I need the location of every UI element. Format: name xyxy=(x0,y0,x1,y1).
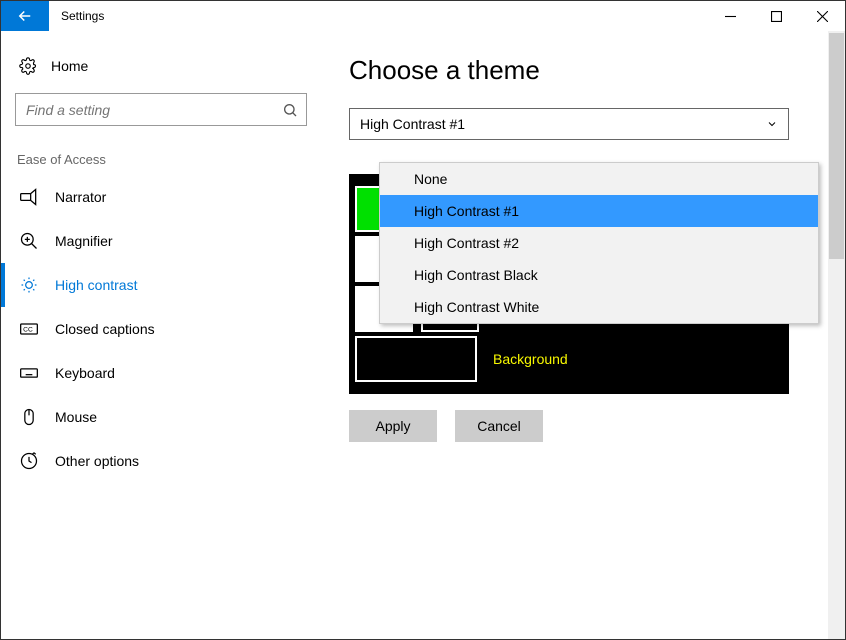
sidebar-item-label: Narrator xyxy=(55,189,106,205)
arrow-left-icon xyxy=(16,7,34,25)
sidebar-item-label: Mouse xyxy=(55,409,97,425)
narrator-icon xyxy=(19,187,39,207)
preview-label: Background xyxy=(487,349,574,369)
cancel-button[interactable]: Cancel xyxy=(455,410,543,442)
titlebar: Settings xyxy=(1,1,845,31)
mouse-icon xyxy=(19,407,39,427)
preview-row-background: Background xyxy=(355,336,783,382)
sidebar-item-mouse[interactable]: Mouse xyxy=(1,395,321,439)
home-nav[interactable]: Home xyxy=(1,47,321,93)
sidebar-item-label: Closed captions xyxy=(55,321,155,337)
sidebar-item-high-contrast[interactable]: High contrast xyxy=(1,263,321,307)
dropdown-option-hc-black[interactable]: High Contrast Black xyxy=(380,259,818,291)
theme-dropdown-list: None High Contrast #1 High Contrast #2 H… xyxy=(379,162,819,324)
back-button[interactable] xyxy=(1,1,49,31)
dropdown-option-hc2[interactable]: High Contrast #2 xyxy=(380,227,818,259)
sidebar-item-label: Keyboard xyxy=(55,365,115,381)
search-icon xyxy=(282,102,298,118)
gear-icon xyxy=(19,57,37,75)
theme-dropdown-value: High Contrast #1 xyxy=(360,116,465,132)
search-input[interactable] xyxy=(26,102,266,118)
sidebar-item-magnifier[interactable]: Magnifier xyxy=(1,219,321,263)
minimize-button[interactable] xyxy=(707,1,753,31)
sidebar-item-label: High contrast xyxy=(55,277,137,293)
high-contrast-icon xyxy=(19,275,39,295)
dropdown-option-hc1[interactable]: High Contrast #1 xyxy=(380,195,818,227)
sidebar-item-keyboard[interactable]: Keyboard xyxy=(1,351,321,395)
search-box[interactable] xyxy=(15,93,307,126)
theme-dropdown[interactable]: High Contrast #1 xyxy=(349,108,789,140)
page-heading: Choose a theme xyxy=(349,55,845,86)
magnifier-icon xyxy=(19,231,39,251)
maximize-button[interactable] xyxy=(753,1,799,31)
sidebar-item-label: Magnifier xyxy=(55,233,113,249)
keyboard-icon xyxy=(19,363,39,383)
color-swatch[interactable] xyxy=(355,336,477,382)
action-buttons: Apply Cancel xyxy=(349,410,845,442)
content-pane: Choose a theme High Contrast #1 Disabled… xyxy=(321,31,845,639)
svg-text:CC: CC xyxy=(23,327,33,334)
chevron-down-icon xyxy=(766,118,778,130)
close-button[interactable] xyxy=(799,1,845,31)
apply-button[interactable]: Apply xyxy=(349,410,437,442)
close-icon xyxy=(817,11,828,22)
settings-window: Settings Home Ease of Access Narrator xyxy=(0,0,846,640)
dropdown-option-hc-white[interactable]: High Contrast White xyxy=(380,291,818,323)
window-controls xyxy=(707,1,845,31)
sidebar-item-label: Other options xyxy=(55,453,139,469)
sidebar-item-narrator[interactable]: Narrator xyxy=(1,175,321,219)
sidebar: Home Ease of Access Narrator Magnifier H… xyxy=(1,31,321,639)
sidebar-item-other-options[interactable]: Other options xyxy=(1,439,321,483)
window-title: Settings xyxy=(49,1,707,31)
maximize-icon xyxy=(771,11,782,22)
home-label: Home xyxy=(51,58,88,74)
closed-captions-icon: CC xyxy=(19,319,39,339)
sidebar-item-closed-captions[interactable]: CC Closed captions xyxy=(1,307,321,351)
dropdown-option-none[interactable]: None xyxy=(380,163,818,195)
other-options-icon xyxy=(19,451,39,471)
minimize-icon xyxy=(725,11,736,22)
section-label: Ease of Access xyxy=(1,144,321,175)
scrollbar[interactable] xyxy=(828,31,845,639)
scroll-thumb[interactable] xyxy=(829,33,844,259)
